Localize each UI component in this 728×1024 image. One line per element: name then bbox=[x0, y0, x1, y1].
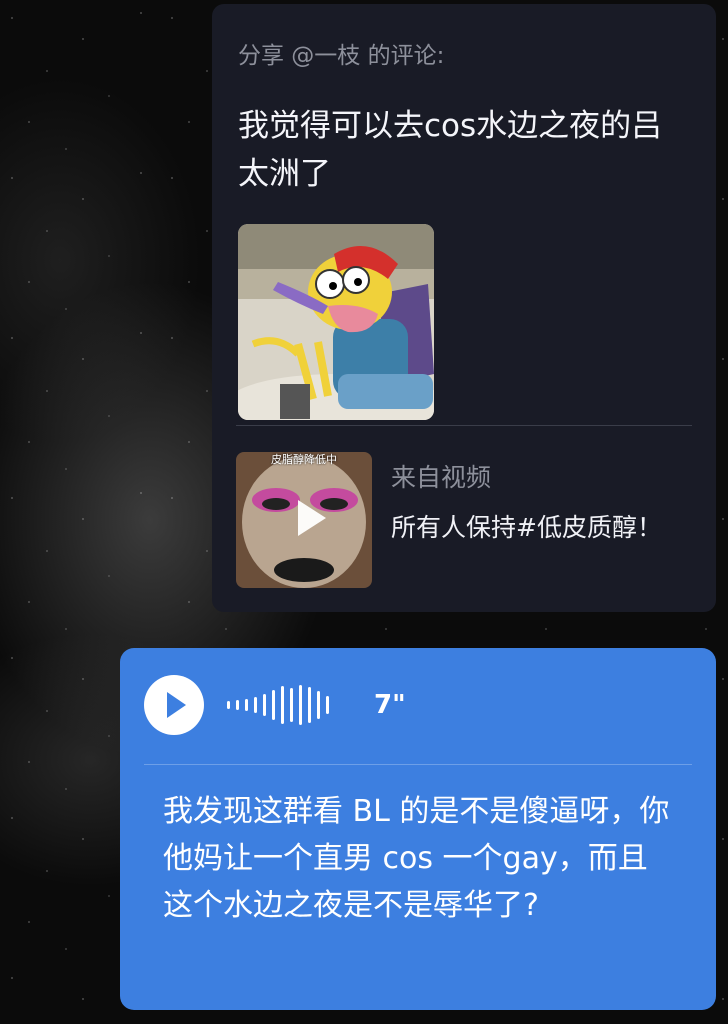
waveform-icon bbox=[227, 684, 329, 726]
video-thumbnail-caption: 皮脂醇降低中 bbox=[271, 453, 337, 466]
voice-message-bubble[interactable]: 7" 我发现这群看 BL 的是不是傻逼呀，你他妈让一个直男 cos 一个gay，… bbox=[120, 648, 716, 1010]
voice-player: 7" bbox=[144, 668, 692, 738]
cartoon-fish-image bbox=[238, 224, 434, 420]
play-icon[interactable] bbox=[284, 494, 332, 542]
share-header: 分享 @一枝 的评论: bbox=[238, 43, 445, 69]
voice-play-button[interactable] bbox=[144, 675, 204, 735]
video-title[interactable]: 所有人保持#低皮质醇！ bbox=[391, 506, 681, 550]
shared-comment-text: 我觉得可以去cos水边之夜的吕太洲了 bbox=[238, 108, 663, 192]
voice-transcript: 我发现这群看 BL 的是不是傻逼呀，你他妈让一个直男 cos 一个gay，而且这… bbox=[163, 794, 670, 923]
card-divider bbox=[236, 425, 692, 426]
video-source-label: 来自视频 bbox=[391, 463, 492, 492]
voice-duration: 7" bbox=[374, 690, 406, 720]
comment-sticker-image[interactable] bbox=[238, 224, 434, 420]
video-thumbnail[interactable]: 皮脂醇降低中 bbox=[236, 452, 372, 588]
shared-comment-card[interactable]: 分享 @一枝 的评论: 我觉得可以去cos水边之夜的吕太洲了 皮脂醇降低中 来自… bbox=[212, 4, 716, 612]
play-icon bbox=[167, 692, 186, 718]
voice-divider bbox=[144, 764, 692, 765]
linked-video[interactable]: 皮脂醇降低中 来自视频 所有人保持#低皮质醇！ bbox=[236, 452, 692, 592]
